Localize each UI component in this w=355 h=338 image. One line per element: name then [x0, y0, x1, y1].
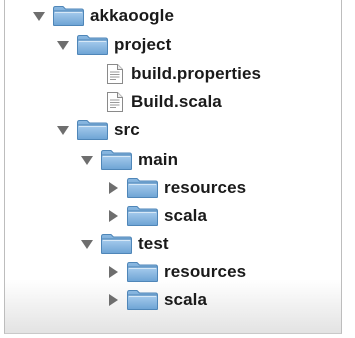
tree-row-build-scala[interactable]: Build.scala [106, 88, 222, 116]
tree-row-akkaoogle[interactable]: akkaoogle [32, 2, 174, 30]
file-tree-panel: akkaoogle project build.properties Build… [4, 0, 342, 334]
disclosure-expanded-icon[interactable] [32, 9, 46, 23]
disclosure-expanded-icon[interactable] [56, 123, 70, 137]
disclosure-expanded-icon[interactable] [80, 153, 94, 167]
tree-item-label: build.properties [131, 64, 262, 83]
tree-item-label: test [138, 234, 169, 253]
tree-row-project[interactable]: project [56, 31, 171, 59]
tree-row-test[interactable]: test [80, 230, 169, 258]
disclosure-expanded-icon[interactable] [56, 38, 70, 52]
disclosure-collapsed-icon[interactable] [106, 265, 120, 279]
tree-row-src[interactable]: src [56, 116, 140, 144]
folder-icon [52, 5, 85, 27]
tree-row-test-resources[interactable]: resources [106, 258, 246, 286]
tree-item-label: resources [164, 262, 247, 281]
tree-row-main-resources[interactable]: resources [106, 174, 246, 202]
disclosure-expanded-icon[interactable] [80, 237, 94, 251]
tree-item-label: resources [164, 178, 247, 197]
document-icon [106, 91, 124, 113]
folder-icon [126, 205, 159, 227]
tree-item-label: scala [164, 206, 208, 225]
folder-icon [126, 289, 159, 311]
tree-row-build-properties[interactable]: build.properties [106, 60, 261, 88]
disclosure-collapsed-icon[interactable] [106, 209, 120, 223]
disclosure-collapsed-icon[interactable] [106, 293, 120, 307]
tree-item-label: project [114, 35, 172, 54]
document-icon [106, 63, 124, 85]
tree-item-label: scala [164, 290, 208, 309]
tree-row-main[interactable]: main [80, 146, 178, 174]
disclosure-collapsed-icon[interactable] [106, 181, 120, 195]
tree-row-main-scala[interactable]: scala [106, 202, 207, 230]
tree-item-label: src [114, 120, 140, 139]
tree-row-test-scala[interactable]: scala [106, 286, 207, 314]
tree-item-label: main [138, 150, 179, 169]
folder-icon [100, 233, 133, 255]
folder-icon [76, 119, 109, 141]
folder-icon [126, 261, 159, 283]
tree-item-label: Build.scala [131, 92, 222, 111]
folder-icon [126, 177, 159, 199]
tree-item-label: akkaoogle [90, 6, 175, 25]
folder-icon [100, 149, 133, 171]
folder-icon [76, 34, 109, 56]
